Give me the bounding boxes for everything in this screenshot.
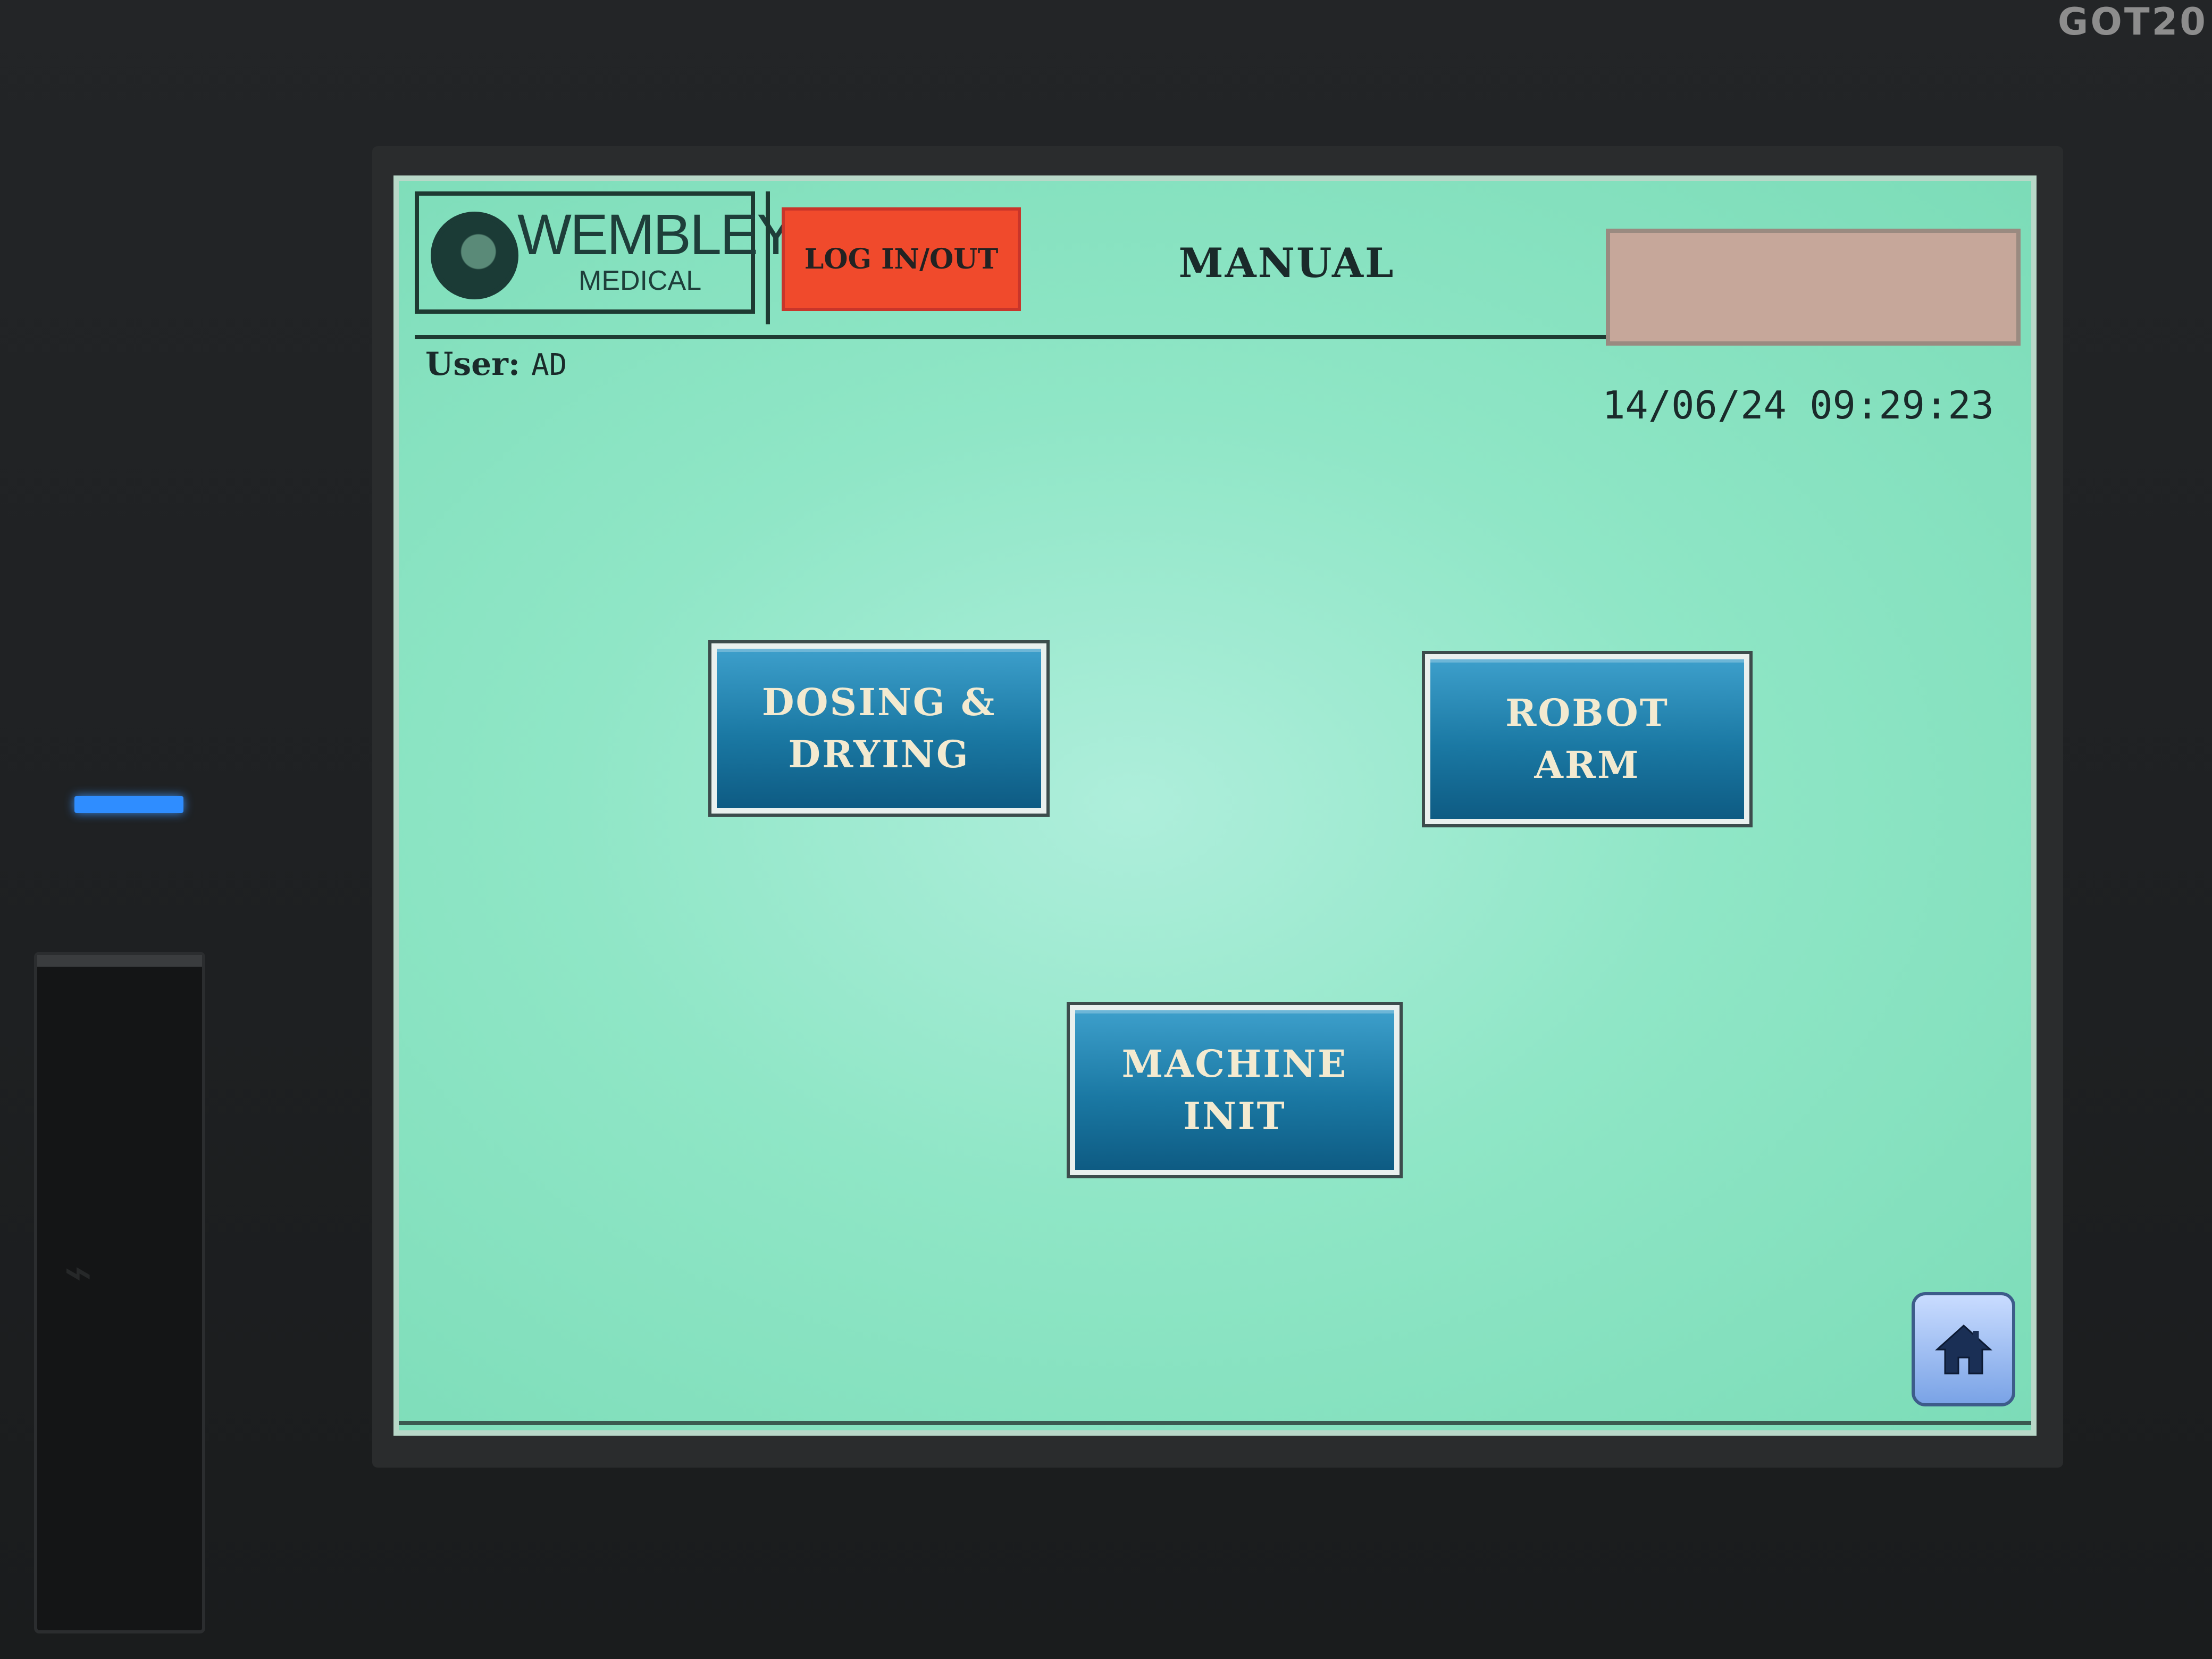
usb-slot-lip xyxy=(37,955,202,967)
user-value: AD xyxy=(531,348,567,382)
usb-slot-cover xyxy=(34,952,205,1633)
page-title: MANUAL xyxy=(1178,239,1395,287)
robot-arm-label: ROBOT ARM xyxy=(1505,691,1669,787)
hmi-device-housing: GOT20 ⌁ WEMBLEY MEDICAL LOG IN/OUT MANUA… xyxy=(0,0,2212,1659)
dosing-drying-label: DOSING & DRYING xyxy=(761,680,996,776)
date-time-display: 14/06/24 09:29:23 xyxy=(1602,383,1994,428)
company-logo: WEMBLEY MEDICAL xyxy=(415,191,795,314)
home-button[interactable] xyxy=(1912,1292,2015,1406)
logo-name: WEMBLEY xyxy=(517,202,795,266)
status-panel xyxy=(1606,229,2021,346)
usb-icon: ⌁ xyxy=(64,1244,93,1300)
login-logout-button[interactable]: LOG IN/OUT xyxy=(782,207,1021,311)
header-bar: WEMBLEY MEDICAL LOG IN/OUT MANUAL xyxy=(415,191,2021,346)
header-divider xyxy=(766,191,770,324)
machine-init-label: MACHINE INIT xyxy=(1121,1042,1348,1138)
logo-subtitle: MEDICAL xyxy=(579,265,702,296)
robot-arm-button[interactable]: ROBOT ARM xyxy=(1422,651,1753,827)
power-led-indicator xyxy=(74,796,183,813)
current-user: User: AD xyxy=(425,346,567,383)
device-brand-label: GOT20 xyxy=(2057,0,2208,44)
home-icon xyxy=(1934,1324,1992,1374)
hmi-screen: WEMBLEY MEDICAL LOG IN/OUT MANUAL User: … xyxy=(393,175,2037,1436)
wembley-logo-icon xyxy=(431,212,518,299)
user-label: User: xyxy=(425,346,521,383)
machine-init-button[interactable]: MACHINE INIT xyxy=(1067,1002,1403,1178)
screen-footer-line xyxy=(399,1421,2031,1425)
dosing-drying-button[interactable]: DOSING & DRYING xyxy=(708,640,1050,817)
